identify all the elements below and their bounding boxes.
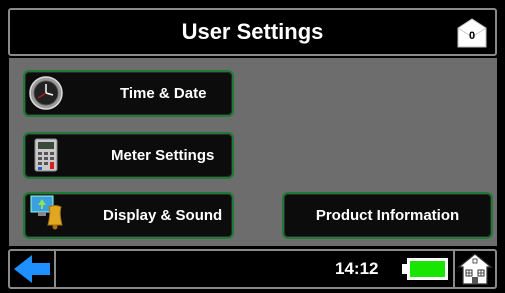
clock-icon <box>29 76 63 110</box>
screen-frame: User Settings 0 Time & Date Meter Settin… <box>0 0 505 293</box>
back-arrow-icon <box>14 255 50 283</box>
display-sound-icon <box>30 195 63 230</box>
display-sound-button[interactable]: Display & Sound <box>23 192 234 239</box>
meter-settings-button[interactable]: Meter Settings <box>23 132 234 179</box>
settings-panel: Time & Date Meter Settings Display & Sou… <box>9 58 497 246</box>
product-information-button[interactable]: Product Information <box>282 192 493 239</box>
battery-icon <box>402 258 448 280</box>
home-icon <box>457 253 493 285</box>
meter-icon <box>34 138 58 172</box>
time-date-label: Time & Date <box>120 85 207 102</box>
home-button[interactable] <box>453 251 495 287</box>
display-sound-label: Display & Sound <box>103 207 223 224</box>
message-count: 0 <box>468 30 476 42</box>
messages-button[interactable]: 0 <box>455 16 489 50</box>
page-title: User Settings <box>181 19 324 44</box>
product-information-label: Product Information <box>315 207 460 224</box>
clock-time: 14:12 <box>335 259 379 278</box>
time-date-button[interactable]: Time & Date <box>23 70 234 117</box>
header-bar: User Settings 0 <box>8 8 497 56</box>
meter-settings-label: Meter Settings <box>111 147 215 164</box>
footer-bar: 14:12 <box>8 249 497 289</box>
back-button[interactable] <box>10 251 56 287</box>
